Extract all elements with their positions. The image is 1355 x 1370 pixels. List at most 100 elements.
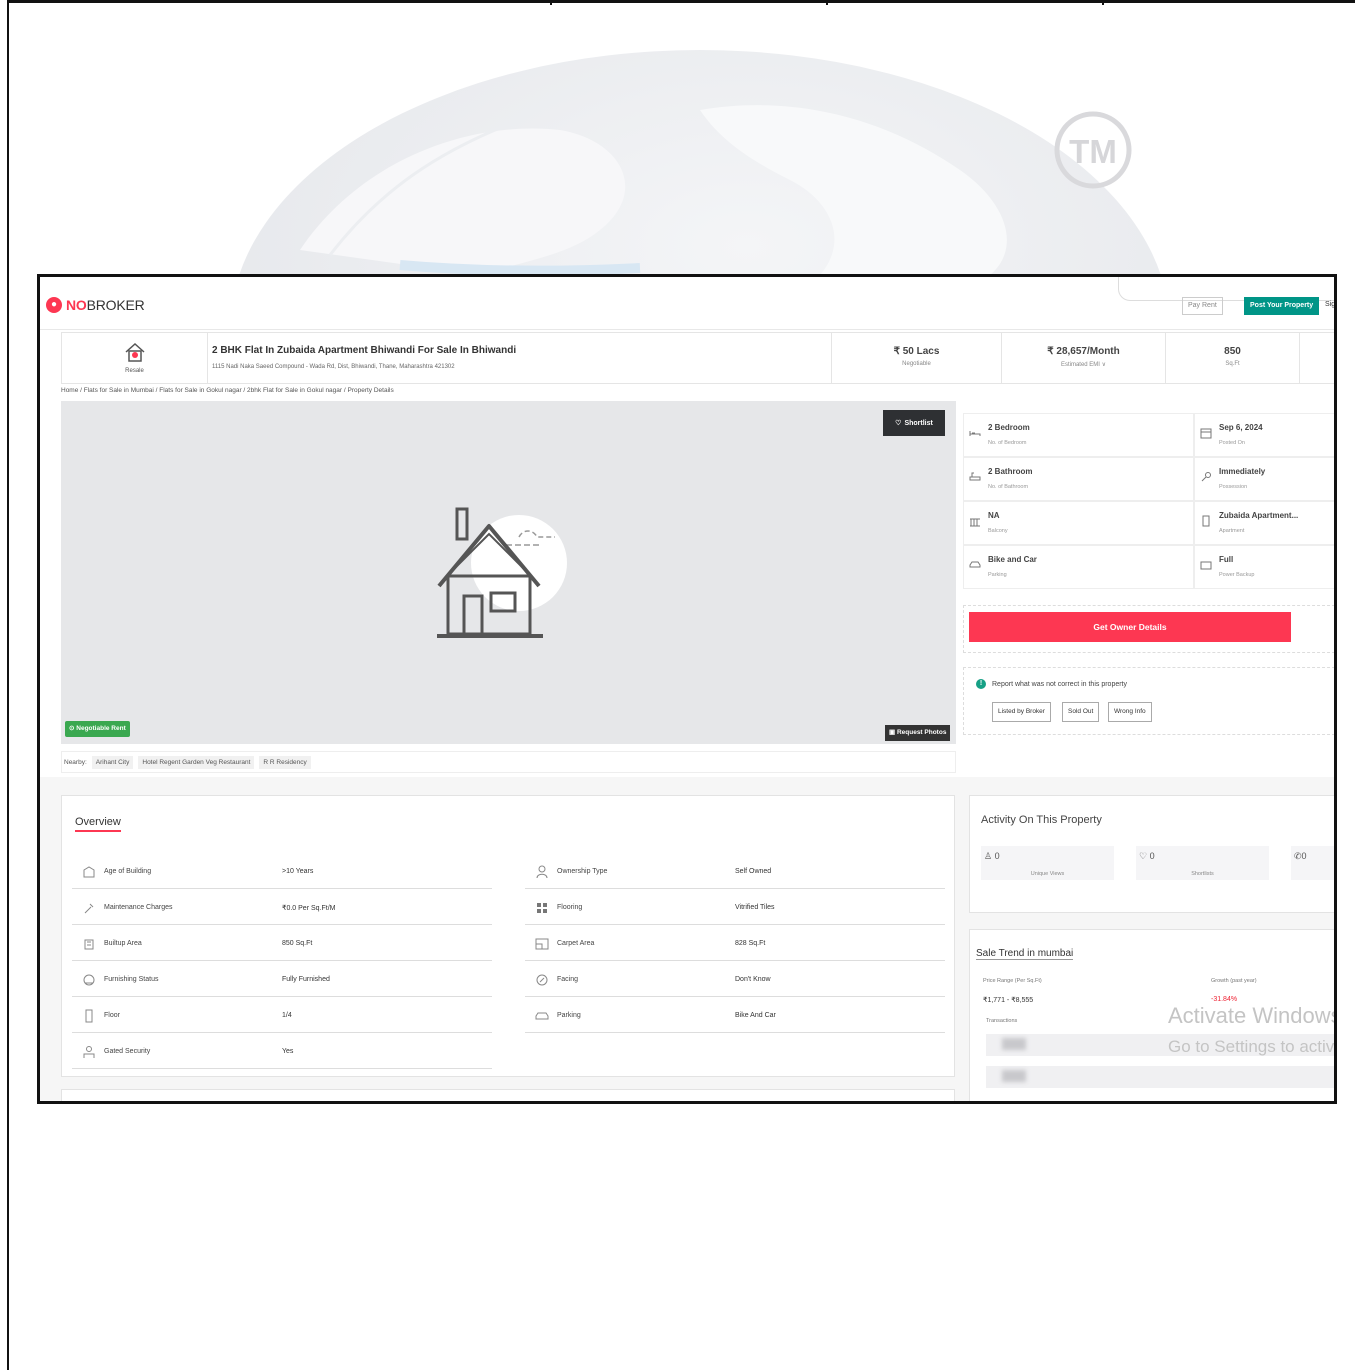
emi-sub: Estimated EMI ∨ — [1060, 362, 1107, 368]
contacts-stat: ✆0 — [1291, 846, 1334, 880]
unique-views-stat: ♙ 0 Unique Views — [981, 846, 1114, 880]
floor-icon — [85, 1009, 93, 1023]
pay-rent-button[interactable]: Pay Rent — [1182, 297, 1223, 315]
fact-parking: Bike and Car Parking — [963, 545, 1194, 589]
home-resale-icon — [125, 342, 144, 362]
shortlist-button[interactable]: ♡ Shortlist — [883, 410, 945, 436]
nearby-label: Nearby: — [64, 758, 87, 766]
owner-icon — [536, 865, 548, 879]
key-icon — [1201, 472, 1211, 482]
building-icon — [1202, 515, 1210, 527]
transaction-row — [986, 1066, 1334, 1088]
compass-icon — [536, 974, 548, 986]
emi-value: ₹ 28,657/Month — [1047, 346, 1120, 357]
heart-icon: ♡ — [895, 420, 902, 427]
overview-title: Overview — [75, 816, 121, 832]
heart-icon: ♡ — [1139, 851, 1148, 861]
overview-card: Overview Age of Building >10 Years Mainte… — [61, 795, 955, 1077]
sofa-icon — [83, 974, 95, 986]
overview-row: Parking Bike And Car — [525, 999, 945, 1033]
phone-icon: ✆ — [1294, 851, 1302, 861]
tools-icon — [84, 903, 94, 914]
activity-card: Activity On This Property ♙ 0 Unique Vie… — [969, 795, 1334, 913]
overview-row: Builtup Area 850 Sq.Ft — [72, 927, 492, 961]
overview-row: Carpet Area 828 Sq.Ft — [525, 927, 945, 961]
screenshot-panel: ● NOBROKER Pay Rent Post Your Property S… — [37, 274, 1337, 1104]
growth-label: Growth (past year) — [1211, 978, 1257, 984]
sale-trend-title: Sale Trend in mumbai — [976, 948, 1074, 960]
fact-balcony: NA Balcony — [963, 501, 1194, 545]
overview-row: Floor 1/4 — [72, 999, 492, 1033]
nearby-chip[interactable]: R R Residency — [259, 755, 311, 769]
wrong-info-button[interactable]: Wrong Info — [1108, 702, 1152, 722]
logo-text: NOBROKER — [66, 297, 145, 313]
property-photo-area: ♡ Shortlist ⊙ Negotiable Rent ▣ Request … — [61, 401, 956, 744]
listing-title-bar: Resale 2 BHK Flat In Zubaida Apartment B… — [61, 332, 1334, 384]
area-value: 850 — [1224, 346, 1241, 357]
carpet-icon — [535, 938, 549, 950]
fact-possession: Immediately Possession — [1194, 457, 1334, 501]
tm-mark: TM — [1069, 133, 1117, 170]
price-value: ₹ 50 Lacs — [893, 346, 940, 357]
overview-row: Facing Don't Know — [525, 963, 945, 997]
fact-apartment: Zubaida Apartment... Apartment — [1194, 501, 1334, 545]
battery-icon — [1200, 561, 1212, 570]
next-section-card — [61, 1089, 955, 1101]
balcony-icon — [970, 518, 980, 527]
get-owner-details-button[interactable]: Get Owner Details — [969, 612, 1291, 642]
negotiable-badge: ⊙ Negotiable Rent — [65, 721, 130, 737]
sign-in-link[interactable]: Sig — [1320, 297, 1334, 313]
windows-activation-title: Activate Windows — [1168, 1003, 1337, 1028]
overview-row: Age of Building >10 Years — [72, 855, 492, 889]
listing-address: 1115 Nadi Naka Saeed Compound - Wada Rd,… — [212, 364, 455, 370]
post-property-button[interactable]: Post Your Property — [1244, 297, 1320, 315]
overview-row: Furnishing Status Fully Furnished — [72, 963, 492, 997]
car-icon — [535, 1012, 549, 1020]
fact-posted-on: Sep 6, 2024 Posted On — [1194, 413, 1334, 457]
tiles-icon — [537, 903, 547, 913]
site-header: ● NOBROKER Pay Rent Post Your Property S… — [40, 277, 1334, 330]
property-type-label: Resale — [125, 368, 144, 374]
nearby-chip[interactable]: Arihant City — [91, 755, 134, 769]
nearby-chip[interactable]: Hotel Regent Garden Veg Restaurant — [138, 755, 255, 769]
area-sub: Sq.Ft — [1225, 361, 1240, 367]
user-icon: ♙ — [984, 851, 993, 861]
guard-icon — [83, 1046, 95, 1058]
nobroker-logo[interactable]: ● NOBROKER — [46, 297, 145, 313]
building-age-icon — [83, 866, 95, 878]
report-box: ! Report what was not correct in this pr… — [963, 667, 1334, 735]
area-building-icon — [84, 939, 94, 950]
request-photos-button[interactable]: ▣ Request Photos — [885, 725, 951, 741]
globe-watermark: TM — [237, 50, 1163, 280]
nearby-bar: Nearby: Arihant City Hotel Regent Garden… — [61, 751, 956, 773]
overview-row: Maintenance Charges ₹0.0 Per Sq.Ft/M — [72, 891, 492, 925]
shortlists-stat: ♡ 0 Shortlists — [1136, 846, 1269, 880]
price-range-label: Price Range (Per Sq.Ft) — [983, 978, 1042, 984]
growth-value: -31.84% — [1211, 996, 1238, 1003]
property-type: Resale — [62, 333, 208, 383]
car-icon — [969, 561, 981, 568]
overview-row: Gated Security Yes — [72, 1035, 492, 1069]
breadcrumb[interactable]: Home / Flats for Sale in Mumbai / Flats … — [61, 387, 394, 394]
fact-bedroom: 2 Bedroom No. of Bedroom — [963, 413, 1194, 457]
transactions-label: Transactions — [986, 1018, 1018, 1024]
overview-row: Ownership Type Self Owned — [525, 855, 945, 889]
owner-details-box: Get Owner Details — [963, 605, 1337, 653]
bath-icon — [969, 472, 981, 481]
area-cell: 850 Sq.Ft — [1165, 333, 1300, 383]
calendar-icon — [1200, 428, 1212, 439]
fact-power-backup: Full Power Backup — [1194, 545, 1334, 589]
listing-title: 2 BHK Flat In Zubaida Apartment Bhiwandi… — [212, 345, 517, 356]
price-range-value: ₹1,771 - ₹8,555 — [983, 997, 1034, 1004]
emi-cell[interactable]: ₹ 28,657/Month Estimated EMI ∨ — [1001, 333, 1165, 383]
report-text: Report what was not correct in this prop… — [992, 681, 1128, 688]
bed-icon — [969, 431, 981, 436]
price-sub: Negotiable — [902, 361, 931, 367]
property-facts: 2 Bedroom No. of Bedroom Sep 6, 2024 Poste… — [963, 413, 1334, 589]
info-icon: ! — [976, 679, 986, 689]
logo-mark-icon: ● — [46, 297, 62, 313]
listed-by-broker-button[interactable]: Listed by Broker — [992, 702, 1051, 722]
sold-out-button[interactable]: Sold Out — [1062, 702, 1100, 722]
overview-row: Flooring Vitrified Tiles — [525, 891, 945, 925]
teal-edge-button[interactable] — [1334, 612, 1337, 638]
